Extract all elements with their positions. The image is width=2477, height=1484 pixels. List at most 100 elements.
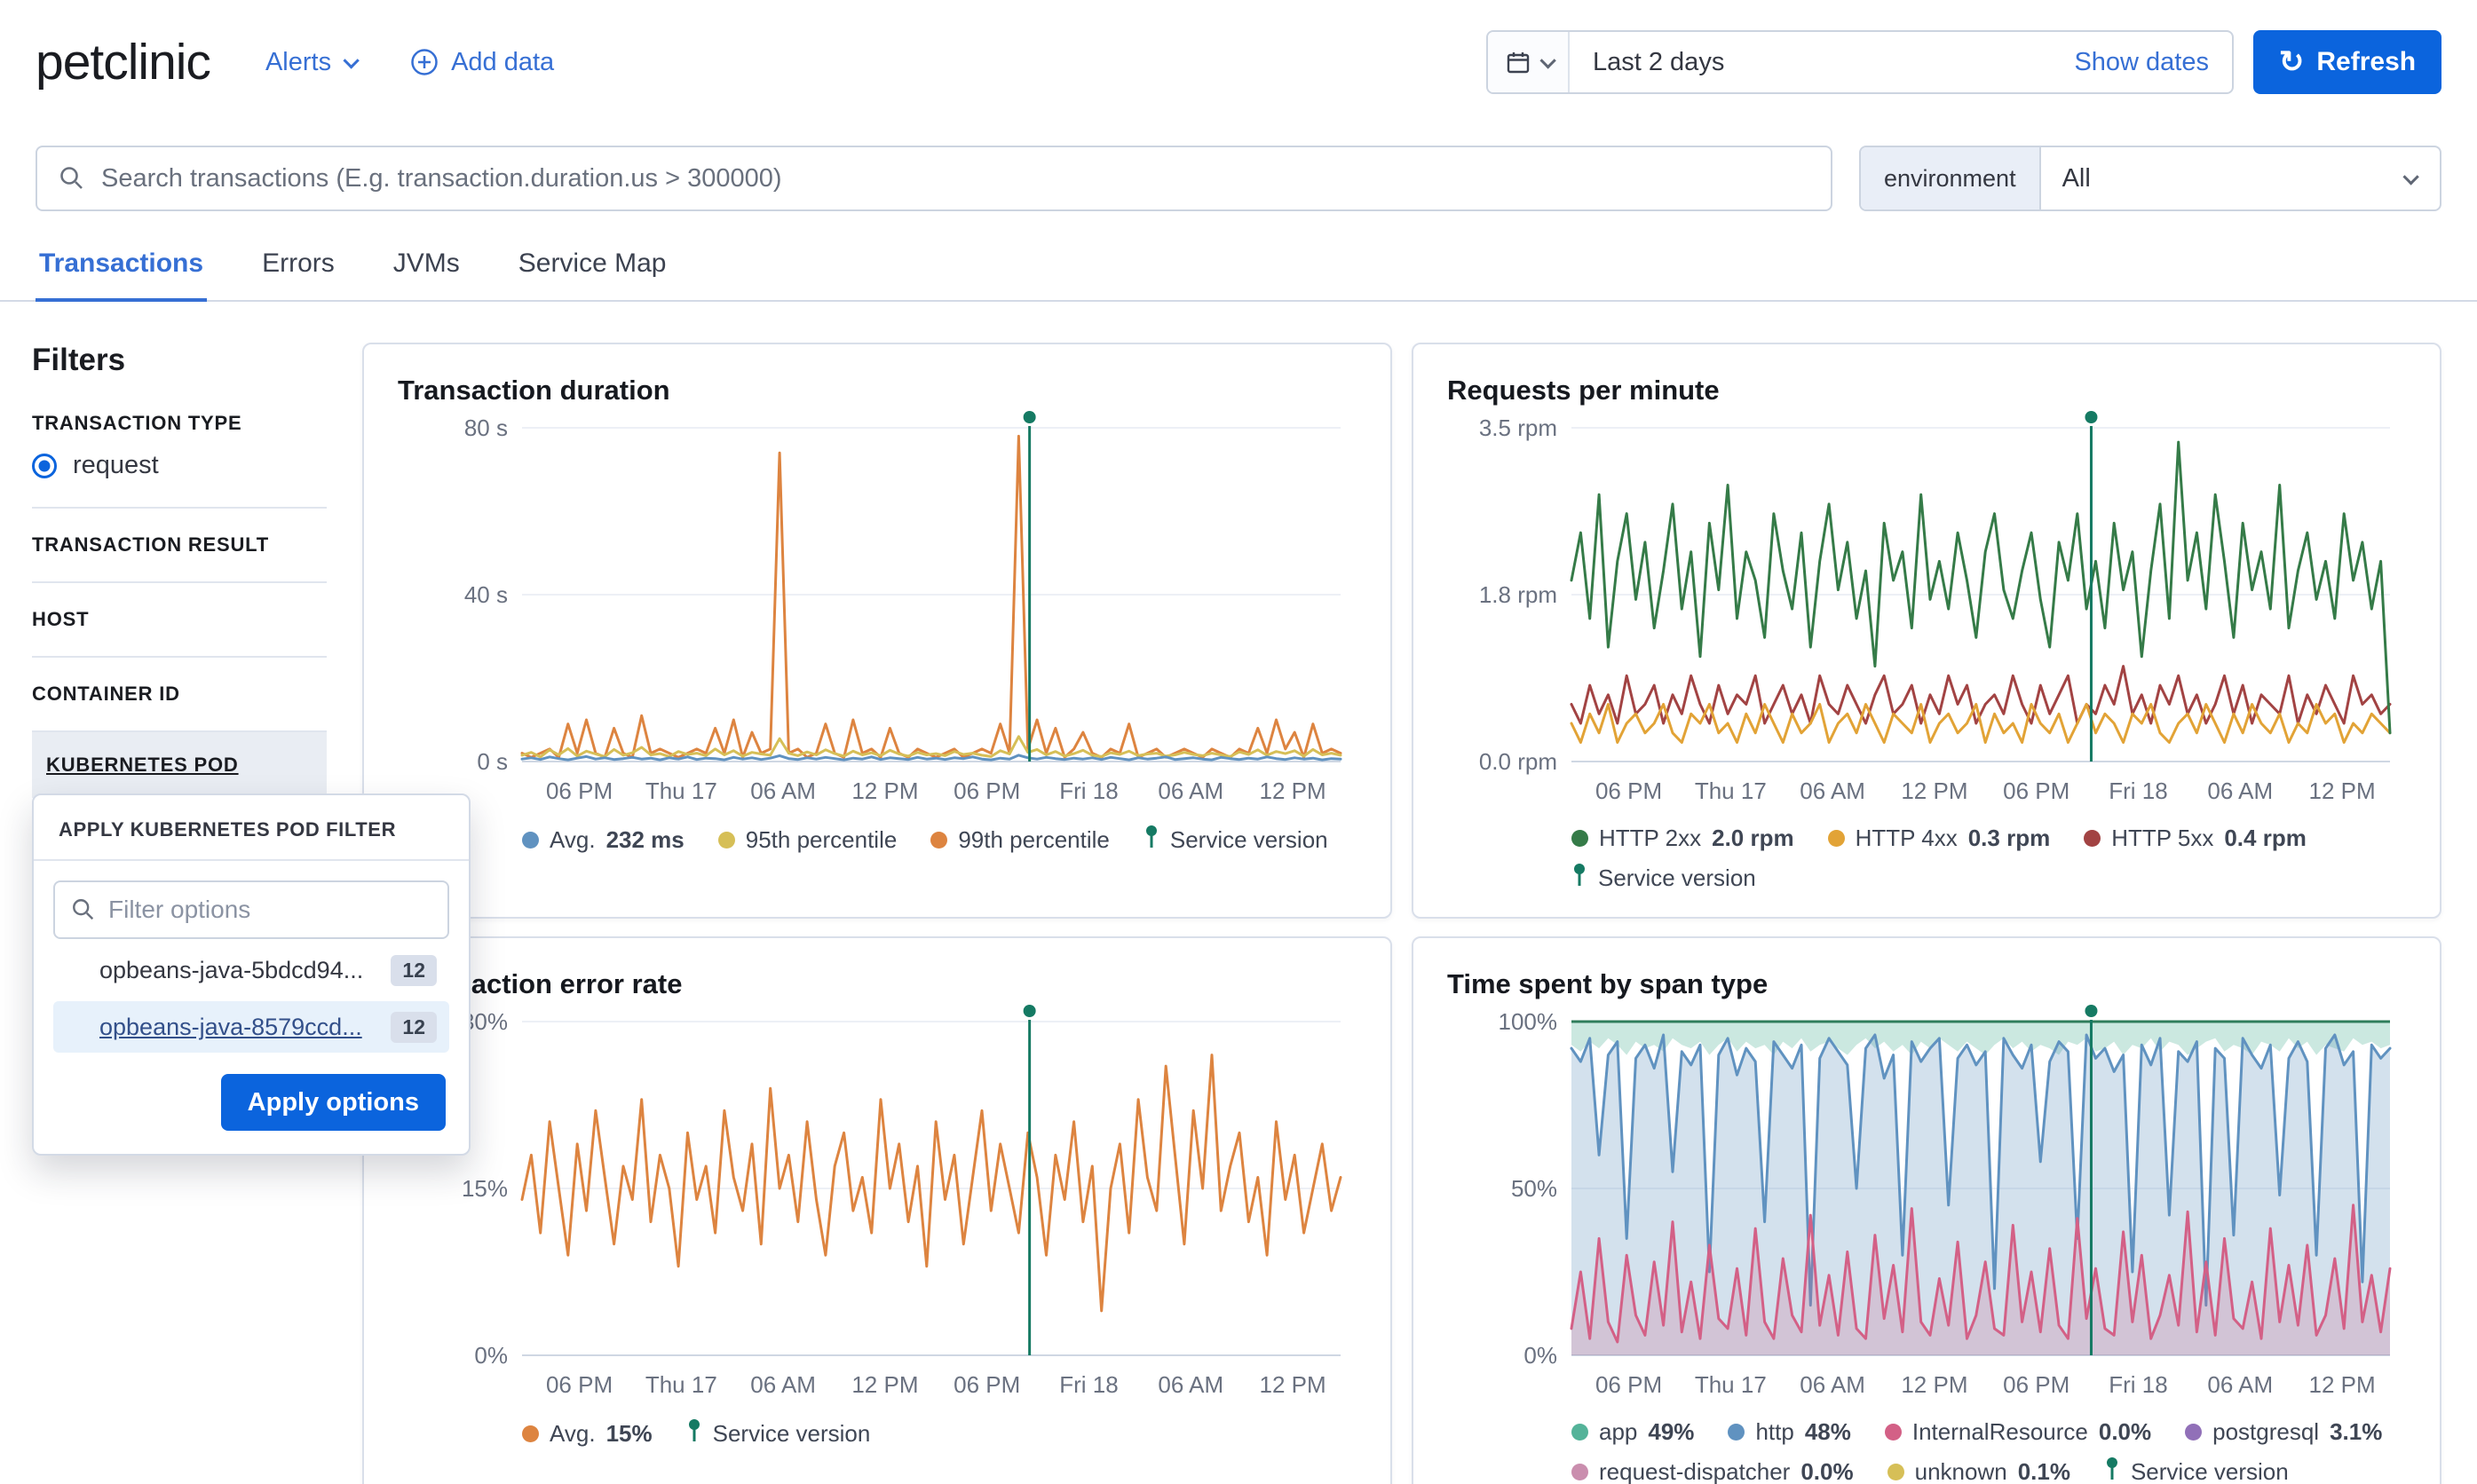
refresh-button[interactable]: ↻ Refresh xyxy=(2253,30,2441,94)
svg-text:Fri 18: Fri 18 xyxy=(2109,778,2167,804)
legend-dot-icon xyxy=(1571,1424,1588,1441)
legend-item-http-2xx[interactable]: HTTP 2xx2.0 rpm xyxy=(1571,825,1794,852)
tab-transactions[interactable]: Transactions xyxy=(36,236,207,302)
legend-dot-icon xyxy=(718,832,735,849)
svg-text:12 PM: 12 PM xyxy=(851,778,918,804)
alerts-menu[interactable]: Alerts xyxy=(265,48,355,77)
legend-item-http-5xx[interactable]: HTTP 5xx0.4 rpm xyxy=(2084,825,2307,852)
top-bar: petclinic Alerts Add data Last 2 days xyxy=(0,0,2477,94)
service-version-pin-icon xyxy=(2104,1456,2120,1484)
legend-label: Avg. xyxy=(550,1420,596,1448)
legend-item-99th-percentile[interactable]: 99th percentile xyxy=(930,826,1110,854)
pod-option-2[interactable]: opbeans-java-8579ccd... 12 xyxy=(53,1001,449,1053)
tab-jvms[interactable]: JVMs xyxy=(390,236,463,300)
svg-text:40 s: 40 s xyxy=(464,581,508,608)
host-heading[interactable]: HOST xyxy=(32,583,327,656)
legend-dot-icon xyxy=(522,832,539,849)
legend-dot-icon xyxy=(1828,830,1845,847)
legend-label: 95th percentile xyxy=(746,826,898,854)
svg-text:Fri 18: Fri 18 xyxy=(2109,1371,2167,1398)
search-input[interactable] xyxy=(101,164,1809,193)
environment-select[interactable]: environment All xyxy=(1859,146,2441,211)
svg-text:12 PM: 12 PM xyxy=(1259,778,1326,804)
search-icon xyxy=(59,165,85,192)
chevron-down-icon xyxy=(2402,169,2418,185)
legend-label: HTTP 4xx xyxy=(1856,825,1958,852)
svg-text:3.5 rpm: 3.5 rpm xyxy=(1479,414,1557,441)
pod-option-1[interactable]: opbeans-java-5bdcd94... 12 xyxy=(53,944,449,996)
pod-option-count-badge: 12 xyxy=(391,955,437,986)
svg-text:06 PM: 06 PM xyxy=(2003,778,2069,804)
legend-dot-icon xyxy=(522,1425,539,1442)
legend-value: 0.0% xyxy=(2099,1418,2151,1446)
request-radio-row[interactable]: request xyxy=(32,449,327,507)
show-dates-link[interactable]: Show dates xyxy=(2074,48,2232,77)
legend-item-service-version[interactable]: Service version xyxy=(686,1418,871,1449)
environment-label: environment xyxy=(1861,147,2041,209)
legend-item-service-version[interactable]: Service version xyxy=(2104,1456,2289,1484)
legend-item-app[interactable]: app49% xyxy=(1571,1418,1694,1446)
transaction-error-rate-chart[interactable]: 30%15%0%06 PMThu 1706 AM12 PM06 PMFri 18… xyxy=(398,1002,1357,1408)
filter-section-transaction-type: TRANSACTION TYPE request xyxy=(32,403,327,509)
legend-item-http-4xx[interactable]: HTTP 4xx0.3 rpm xyxy=(1828,825,2051,852)
requests-per-minute-chart[interactable]: 3.5 rpm1.8 rpm0.0 rpm06 PMThu 1706 AM12 … xyxy=(1447,408,2406,814)
transaction-result-heading[interactable]: TRANSACTION RESULT xyxy=(32,509,327,581)
transaction-type-heading[interactable]: TRANSACTION TYPE xyxy=(32,403,327,449)
svg-text:06 AM: 06 AM xyxy=(750,778,816,804)
svg-text:06 PM: 06 PM xyxy=(546,778,613,804)
svg-text:1.8 rpm: 1.8 rpm xyxy=(1479,581,1557,608)
main-tabs: Transactions Errors JVMs Service Map xyxy=(0,236,2477,302)
legend-item-unknown[interactable]: unknown0.1% xyxy=(1887,1458,2070,1484)
svg-text:80 s: 80 s xyxy=(464,414,508,441)
container-id-heading[interactable]: CONTAINER ID xyxy=(32,658,327,730)
svg-text:06 PM: 06 PM xyxy=(954,778,1020,804)
legend-dot-icon xyxy=(2185,1424,2202,1441)
chevron-down-icon xyxy=(344,52,360,68)
date-range-value[interactable]: Last 2 days xyxy=(1570,48,2074,77)
legend-label: Service version xyxy=(1170,826,1328,854)
legend-item-request-dispatcher[interactable]: request-dispatcher0.0% xyxy=(1571,1458,1854,1484)
legend-value: 48% xyxy=(1805,1418,1851,1446)
kubernetes-pod-heading: KUBERNETES POD xyxy=(46,754,313,777)
kubernetes-pod-filter-popover: APPLY KUBERNETES POD FILTER opbeans-java… xyxy=(32,793,471,1156)
svg-text:Fri 18: Fri 18 xyxy=(1059,778,1118,804)
tab-service-map[interactable]: Service Map xyxy=(515,236,670,300)
time-spent-by-span-type-chart[interactable]: 100%50%0%06 PMThu 1706 AM12 PM06 PMFri 1… xyxy=(1447,1002,2406,1408)
date-quick-select-button[interactable] xyxy=(1488,32,1570,92)
filters-title: Filters xyxy=(32,343,327,378)
transaction-duration-chart[interactable]: 80 s40 s0 s06 PMThu 1706 AM12 PM06 PMFri… xyxy=(398,408,1357,814)
legend-item-http[interactable]: http48% xyxy=(1728,1418,1850,1446)
legend-dot-icon xyxy=(1887,1464,1904,1480)
legend-item-avg-[interactable]: Avg.15% xyxy=(522,1420,653,1448)
legend-dot-icon xyxy=(1728,1424,1745,1441)
legend-label: HTTP 2xx xyxy=(1599,825,1701,852)
tab-errors[interactable]: Errors xyxy=(258,236,338,300)
legend-item-service-version[interactable]: Service version xyxy=(1144,825,1328,856)
svg-text:06 AM: 06 AM xyxy=(2207,778,2273,804)
legend-label: request-dispatcher xyxy=(1599,1458,1790,1484)
svg-text:Fri 18: Fri 18 xyxy=(1059,1371,1118,1398)
popover-body: opbeans-java-5bdcd94... 12 opbeans-java-… xyxy=(34,861,469,1154)
alerts-label: Alerts xyxy=(265,48,331,77)
legend-item-internalresource[interactable]: InternalResource0.0% xyxy=(1885,1418,2151,1446)
svg-text:12 PM: 12 PM xyxy=(851,1371,918,1398)
plus-circle-icon xyxy=(410,48,439,76)
filter-options-input[interactable] xyxy=(108,896,431,924)
legend-label: unknown xyxy=(1915,1458,2007,1484)
legend-item-postgresql[interactable]: postgresql3.1% xyxy=(2185,1418,2382,1446)
svg-text:06 AM: 06 AM xyxy=(1800,778,1865,804)
legend-item-95th-percentile[interactable]: 95th percentile xyxy=(718,826,898,854)
svg-text:06 PM: 06 PM xyxy=(546,1371,613,1398)
apply-options-button[interactable]: Apply options xyxy=(221,1074,446,1131)
svg-text:06 AM: 06 AM xyxy=(1158,778,1223,804)
legend-label: Service version xyxy=(713,1420,871,1448)
legend-item-avg-[interactable]: Avg.232 ms xyxy=(522,826,685,854)
filter-section-kubernetes-pod[interactable]: KUBERNETES POD xyxy=(32,732,327,798)
add-data-link[interactable]: Add data xyxy=(410,48,554,77)
legend-label: postgresql xyxy=(2212,1418,2319,1446)
chart-legend: Avg.15% Service version xyxy=(522,1418,1357,1449)
legend-item-service-version[interactable]: Service version xyxy=(1571,863,1756,894)
charts-row-top: Transaction duration 80 s40 s0 s06 PMThu… xyxy=(362,343,2441,919)
search-row: environment All xyxy=(36,146,2441,211)
chart-legend: app49% http48% InternalResource0.0% postgre… xyxy=(1571,1418,2406,1484)
